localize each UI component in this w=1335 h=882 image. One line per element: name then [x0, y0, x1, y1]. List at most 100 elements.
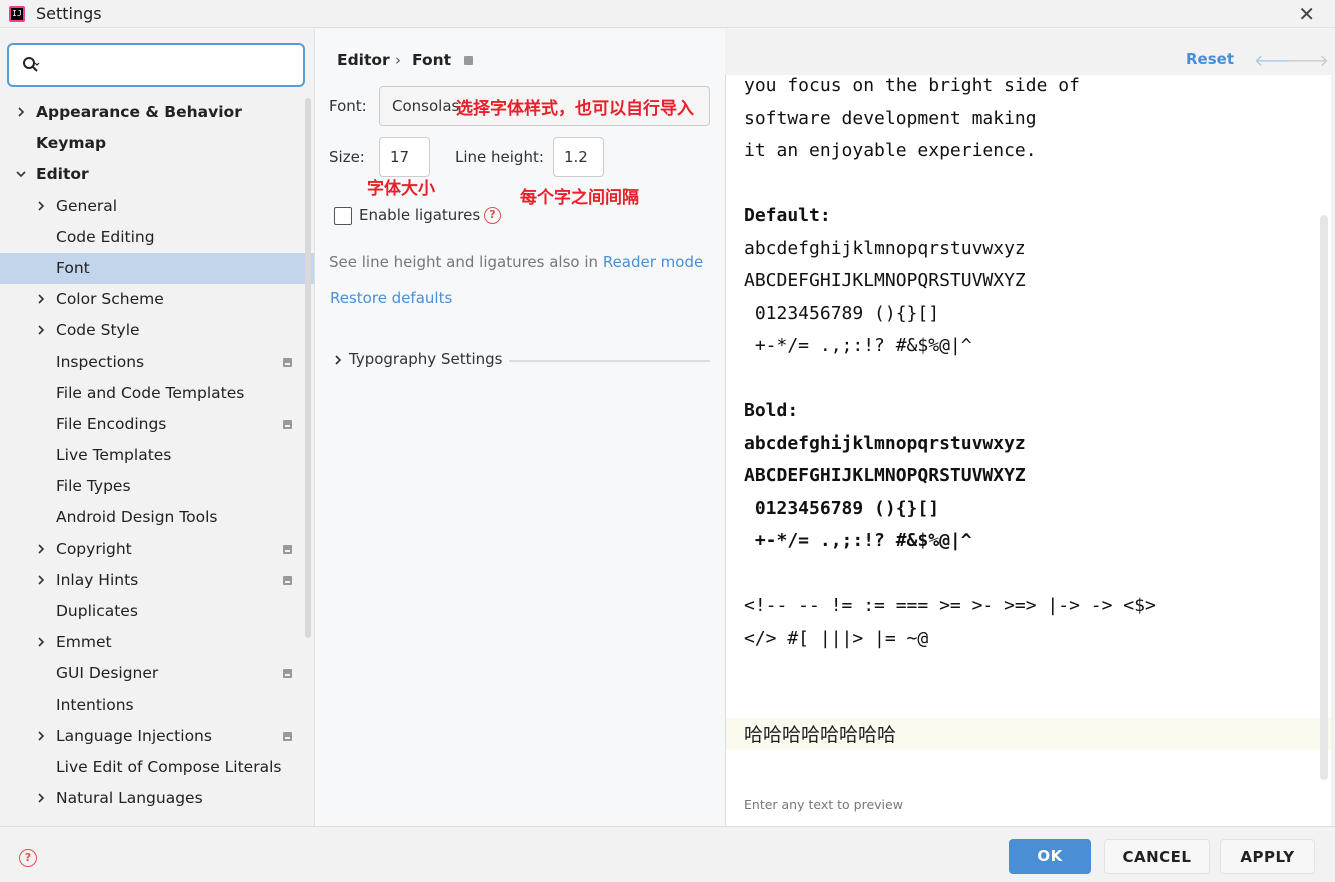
sidebar-item-label: Live Templates	[56, 446, 172, 465]
size-input[interactable]: 17	[379, 137, 430, 177]
chevron-right-icon[interactable]	[16, 107, 26, 117]
sidebar-scrollbar[interactable]	[305, 98, 311, 638]
sidebar-item[interactable]: Appearance & Behavior	[0, 97, 314, 128]
sidebar: Appearance & Behavior Keymap Editor General…	[0, 29, 314, 826]
dialog-footer: ? OK CANCEL APPLY	[0, 826, 1335, 882]
title-bar: IJ Settings ✕	[0, 0, 1335, 28]
ligatures-label[interactable]: Enable ligatures	[359, 206, 480, 224]
ligatures-checkbox[interactable]	[334, 207, 352, 225]
settings-tree: Appearance & Behavior Keymap Editor General…	[0, 97, 314, 814]
preview-line: +-*/= .,;:!? #&$%@|^	[744, 335, 972, 356]
sidebar-item[interactable]: Live Templates	[0, 440, 314, 471]
preview-line: <!-- -- != := === >= >- >=> |-> -> <$>	[744, 595, 1156, 616]
sidebar-item[interactable]: Emmet	[0, 627, 314, 658]
search-box[interactable]	[7, 43, 305, 87]
forward-arrow-icon[interactable]: 🡒	[1286, 50, 1329, 70]
sidebar-item[interactable]: Intentions	[0, 690, 314, 721]
chevron-down-icon[interactable]	[16, 169, 26, 179]
separator-line	[509, 360, 710, 362]
preview-line: abcdefghijklmnopqrstuvwxyz	[744, 237, 1026, 259]
sidebar-item-label: File Encodings	[56, 414, 167, 433]
preview-line: 0123456789 (){}[]	[744, 497, 940, 519]
preview-scrollbar[interactable]	[1320, 215, 1328, 780]
sidebar-item-label: Appearance & Behavior	[36, 103, 242, 121]
typography-settings-toggle[interactable]: Typography Settings	[349, 350, 502, 368]
sidebar-item[interactable]: File and Code Templates	[0, 378, 314, 409]
sidebar-item-label: Editor	[36, 165, 89, 184]
font-preview[interactable]: 哈哈哈哈哈哈哈哈 Enter any text to preview you f…	[725, 75, 1331, 826]
breadcrumb-editor[interactable]: Editor	[337, 51, 390, 69]
line-height-input[interactable]: 1.2	[553, 137, 604, 177]
sidebar-item[interactable]: Duplicates	[0, 596, 314, 627]
project-level-icon	[283, 731, 292, 741]
ok-button[interactable]: OK	[1009, 839, 1091, 874]
reset-link[interactable]: Reset	[1186, 50, 1234, 68]
chevron-right-icon[interactable]	[36, 793, 46, 803]
sidebar-item[interactable]: Font	[0, 252, 314, 285]
project-level-icon	[283, 544, 292, 554]
sidebar-item[interactable]: Natural Languages	[0, 783, 314, 814]
preview-line: </> #[ |||> |= ~@	[744, 627, 929, 649]
font-label: Font:	[329, 97, 367, 115]
chevron-right-icon[interactable]	[36, 544, 46, 554]
cancel-button[interactable]: CANCEL	[1104, 839, 1210, 874]
preview-line: it an enjoyable experience.	[744, 140, 1037, 161]
preview-line: software development making	[744, 107, 1037, 129]
sidebar-item-label: Keymap	[36, 134, 107, 153]
sidebar-item-label: Code Style	[56, 321, 140, 340]
reader-mode-hint: See line height and ligatures also in Re…	[329, 253, 703, 271]
sidebar-item[interactable]: File Encodings	[0, 409, 314, 440]
help-icon[interactable]: ?	[484, 207, 501, 224]
sidebar-item[interactable]: Code Editing	[0, 222, 314, 253]
preview-line: ABCDEFGHIJKLMNOPQRSTUVWXYZ	[744, 270, 1026, 291]
annotation-line-spacing: 每个字之间间隔	[520, 188, 639, 208]
sidebar-item[interactable]: Inspections	[0, 347, 314, 378]
sidebar-item[interactable]: GUI Designer	[0, 658, 314, 689]
chevron-right-icon[interactable]	[36, 731, 46, 741]
sidebar-item[interactable]: Language Injections	[0, 721, 314, 752]
sidebar-item-label: General	[56, 196, 118, 215]
sidebar-item[interactable]: Editor	[0, 159, 314, 190]
help-icon[interactable]: ?	[19, 849, 37, 867]
sidebar-item[interactable]: Android Design Tools	[0, 502, 314, 533]
sidebar-item-label: File Types	[56, 477, 131, 496]
sidebar-item-label: Color Scheme	[56, 290, 164, 309]
close-icon[interactable]: ✕	[1298, 2, 1315, 26]
sidebar-item-label: Language Injections	[56, 726, 212, 745]
font-settings-panel: Editor › Font Font: Consolas Size: 17 Li…	[314, 29, 725, 826]
sidebar-item[interactable]: Code Style	[0, 315, 314, 346]
sidebar-item[interactable]: Color Scheme	[0, 284, 314, 315]
reader-mode-link[interactable]: Reader mode	[603, 253, 703, 271]
sidebar-item[interactable]: Live Edit of Compose Literals	[0, 752, 314, 783]
search-icon	[23, 57, 40, 72]
chevron-right-icon[interactable]	[333, 355, 343, 365]
preview-line: 0123456789 (){}[]	[744, 302, 940, 324]
project-level-icon	[464, 56, 473, 65]
restore-defaults-link[interactable]: Restore defaults	[330, 289, 452, 307]
sidebar-item[interactable]: General	[0, 191, 314, 222]
project-level-icon	[283, 357, 292, 367]
sidebar-item-label: Live Edit of Compose Literals	[56, 757, 282, 776]
apply-button[interactable]: APPLY	[1220, 839, 1315, 874]
sidebar-item[interactable]: Inlay Hints	[0, 565, 314, 596]
chevron-right-icon[interactable]	[36, 294, 46, 304]
font-select-value: Consolas	[392, 97, 460, 115]
sidebar-item-label: Duplicates	[56, 602, 138, 620]
sidebar-item-label: Font	[56, 258, 90, 277]
search-input[interactable]	[45, 53, 295, 77]
sidebar-item[interactable]: Copyright	[0, 534, 314, 565]
sidebar-item-label: Inspections	[56, 352, 145, 371]
preview-custom-text[interactable]: 哈哈哈哈哈哈哈哈	[744, 720, 896, 747]
sidebar-item[interactable]: Keymap	[0, 128, 314, 159]
annotation-font-size: 字体大小	[367, 179, 435, 199]
annotation-font-style: 选择字体样式，也可以自行导入	[456, 99, 694, 119]
chevron-right-icon[interactable]	[36, 637, 46, 647]
sidebar-item-label: Android Design Tools	[56, 508, 218, 527]
breadcrumb-font: Font	[412, 51, 452, 69]
chevron-right-icon[interactable]	[36, 200, 46, 211]
chevron-right-icon[interactable]	[36, 575, 46, 585]
hint-text: See line height and ligatures also in	[329, 253, 599, 271]
sidebar-item[interactable]: File Types	[0, 471, 314, 502]
app-logo-icon: IJ	[9, 6, 25, 22]
chevron-right-icon[interactable]	[36, 325, 46, 335]
